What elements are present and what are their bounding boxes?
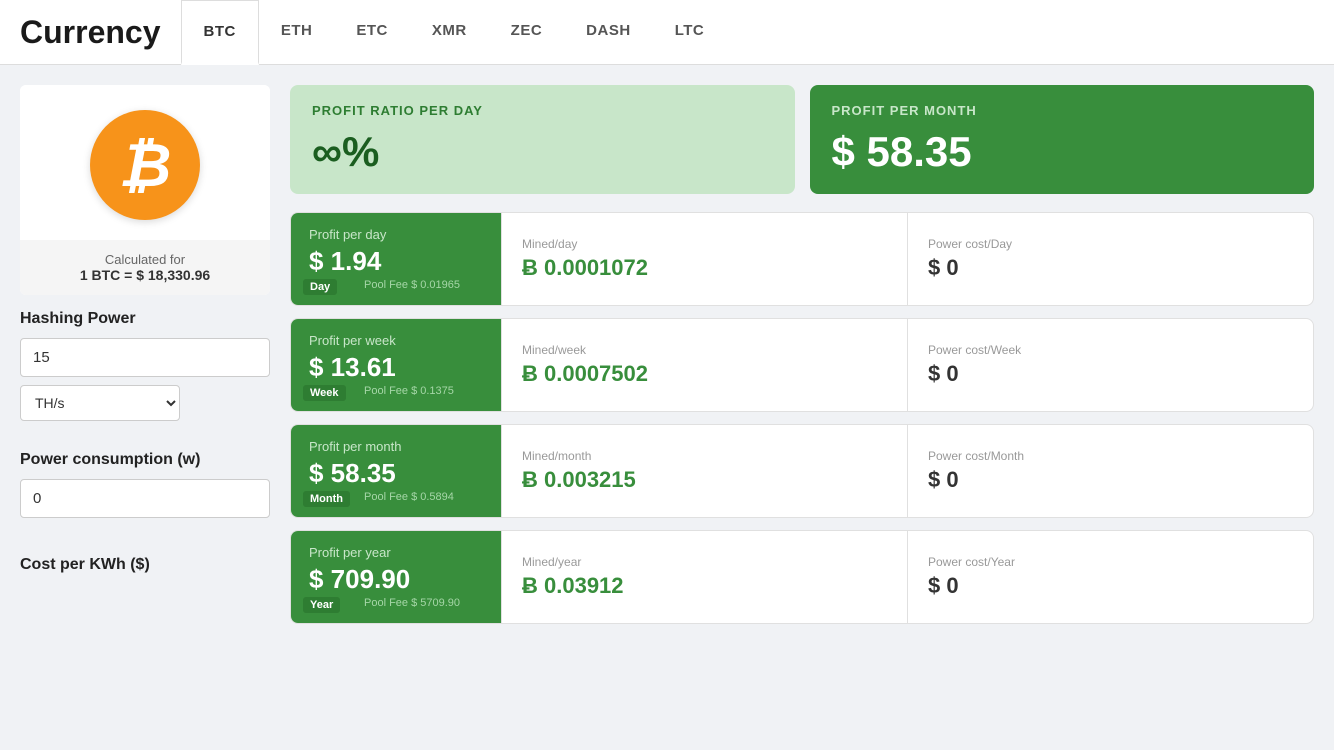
data-row-left-month: Profit per month $ 58.35 Pool Fee $ 0.58… [291, 425, 501, 517]
profit-ratio-label: PROFIT RATIO PER DAY [312, 103, 773, 118]
profit-month-value: $ 58.35 [832, 128, 1293, 176]
mined-value-month: Ƀ 0.003215 [522, 467, 887, 493]
profit-value-year: $ 709.90 [309, 564, 483, 595]
data-row-year: Profit per year $ 709.90 Pool Fee $ 5709… [290, 530, 1314, 624]
currency-tabs: BTCETHETCXMRZECDASHLTC [181, 0, 727, 64]
data-rows-container: Profit per day $ 1.94 Pool Fee $ 0.01965… [290, 212, 1314, 624]
currency-tab-xmr[interactable]: XMR [410, 0, 489, 65]
page-title: Currency [20, 14, 161, 51]
power-value-month: $ 0 [928, 467, 1293, 493]
period-badge-week: Week [303, 385, 346, 401]
data-row-left-year: Profit per year $ 709.90 Pool Fee $ 5709… [291, 531, 501, 623]
power-consumption-label: Power consumption (w) [20, 451, 270, 469]
pool-fee-week: Pool Fee $ 0.1375 [364, 385, 483, 397]
pool-fee-month: Pool Fee $ 0.5894 [364, 491, 483, 503]
mined-cell-month: Mined/month Ƀ 0.003215 [501, 425, 907, 517]
mined-label-month: Mined/month [522, 449, 887, 463]
mined-value-week: Ƀ 0.0007502 [522, 361, 887, 387]
mined-cell-day: Mined/day Ƀ 0.0001072 [501, 213, 907, 305]
currency-tab-eth[interactable]: ETH [259, 0, 335, 65]
mined-cell-week: Mined/week Ƀ 0.0007502 [501, 319, 907, 411]
profit-ratio-value: ∞% [312, 128, 773, 176]
coin-price-info: Calculated for 1 BTC = $ 18,330.96 [20, 240, 270, 295]
bitcoin-icon: ₿ [90, 110, 200, 220]
profit-value-week: $ 13.61 [309, 352, 483, 383]
power-cell-day: Power cost/Day $ 0 [907, 213, 1313, 305]
data-row-week: Profit per week $ 13.61 Pool Fee $ 0.137… [290, 318, 1314, 412]
data-row-left-day: Profit per day $ 1.94 Pool Fee $ 0.01965… [291, 213, 501, 305]
calculated-for-value: 1 BTC = $ 18,330.96 [32, 267, 258, 283]
data-row-month: Profit per month $ 58.35 Pool Fee $ 0.58… [290, 424, 1314, 518]
cost-kwh-section: Cost per KWh ($) [20, 541, 270, 599]
calculated-for-label: Calculated for [32, 252, 258, 267]
coin-card: ₿ Calculated for 1 BTC = $ 18,330.96 [20, 85, 270, 295]
data-row-left-week: Profit per week $ 13.61 Pool Fee $ 0.137… [291, 319, 501, 411]
period-badge-day: Day [303, 279, 337, 295]
power-label-day: Power cost/Day [928, 237, 1293, 251]
mined-label-day: Mined/day [522, 237, 887, 251]
hashing-unit-row: TH/s GH/s MH/s [20, 385, 270, 421]
pool-fee-year: Pool Fee $ 5709.90 [364, 597, 483, 609]
profit-label-day: Profit per day [309, 227, 483, 242]
power-label-month: Power cost/Month [928, 449, 1293, 463]
pool-fee-day: Pool Fee $ 0.01965 [364, 279, 483, 291]
power-label-year: Power cost/Year [928, 555, 1293, 569]
mined-label-year: Mined/year [522, 555, 887, 569]
data-row-day: Profit per day $ 1.94 Pool Fee $ 0.01965… [290, 212, 1314, 306]
profit-month-card: PROFIT PER MONTH $ 58.35 [810, 85, 1315, 194]
currency-tab-zec[interactable]: ZEC [489, 0, 565, 65]
mined-value-day: Ƀ 0.0001072 [522, 255, 887, 281]
currency-tab-dash[interactable]: DASH [564, 0, 653, 65]
hashing-power-label: Hashing Power [20, 310, 270, 328]
power-cell-year: Power cost/Year $ 0 [907, 531, 1313, 623]
header: Currency BTCETHETCXMRZECDASHLTC [0, 0, 1334, 65]
hashing-power-section: Hashing Power TH/s GH/s MH/s [20, 295, 270, 436]
summary-row: PROFIT RATIO PER DAY ∞% PROFIT PER MONTH… [290, 85, 1314, 194]
currency-tab-btc[interactable]: BTC [181, 0, 259, 65]
profit-label-year: Profit per year [309, 545, 483, 560]
profit-value-day: $ 1.94 [309, 246, 483, 277]
power-consumption-input[interactable] [20, 479, 270, 518]
profit-ratio-card: PROFIT RATIO PER DAY ∞% [290, 85, 795, 194]
period-badge-month: Month [303, 491, 350, 507]
power-value-year: $ 0 [928, 573, 1293, 599]
hashing-unit-select[interactable]: TH/s GH/s MH/s [20, 385, 180, 421]
period-badge-year: Year [303, 597, 340, 613]
coin-icon-area: ₿ [20, 85, 270, 240]
main-layout: ₿ Calculated for 1 BTC = $ 18,330.96 Has… [0, 65, 1334, 656]
mined-cell-year: Mined/year Ƀ 0.03912 [501, 531, 907, 623]
main-content: PROFIT RATIO PER DAY ∞% PROFIT PER MONTH… [290, 85, 1314, 636]
power-cell-month: Power cost/Month $ 0 [907, 425, 1313, 517]
power-consumption-section: Power consumption (w) [20, 436, 270, 541]
mined-value-year: Ƀ 0.03912 [522, 573, 887, 599]
power-value-week: $ 0 [928, 361, 1293, 387]
currency-tab-ltc[interactable]: LTC [653, 0, 727, 65]
power-value-day: $ 0 [928, 255, 1293, 281]
mined-label-week: Mined/week [522, 343, 887, 357]
power-cell-week: Power cost/Week $ 0 [907, 319, 1313, 411]
profit-label-week: Profit per week [309, 333, 483, 348]
profit-value-month: $ 58.35 [309, 458, 483, 489]
power-label-week: Power cost/Week [928, 343, 1293, 357]
currency-tab-etc[interactable]: ETC [334, 0, 410, 65]
cost-kwh-label: Cost per KWh ($) [20, 556, 270, 574]
profit-label-month: Profit per month [309, 439, 483, 454]
sidebar: ₿ Calculated for 1 BTC = $ 18,330.96 Has… [20, 85, 270, 636]
profit-month-label: PROFIT PER MONTH [832, 103, 1293, 118]
hashing-power-input[interactable] [20, 338, 270, 377]
